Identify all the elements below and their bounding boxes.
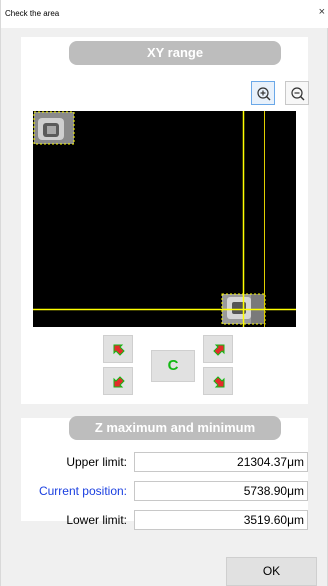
arrow-down-left-icon (113, 376, 125, 388)
xy-range-panel: XY range C (21, 37, 309, 404)
upper-limit-field[interactable]: 21304.37μm (134, 452, 308, 472)
move-lower-left-button[interactable] (103, 367, 133, 395)
lower-limit-row: Lower limit: 3519.60μm (21, 510, 308, 530)
lower-limit-label: Lower limit: (66, 513, 127, 527)
xy-range-header: XY range (69, 41, 281, 65)
zoom-out-icon (291, 87, 305, 101)
move-lower-right-button[interactable] (203, 367, 233, 395)
arrow-up-left-icon (113, 344, 125, 356)
close-button[interactable]: × (319, 6, 325, 18)
xy-area-map[interactable] (33, 111, 296, 327)
z-range-header: Z maximum and minimum (69, 416, 281, 440)
dialog-window: Check the area × XY range C Z maximum an… (0, 0, 328, 586)
current-position-link[interactable]: Current position: (39, 484, 127, 498)
arrow-down-right-icon (213, 376, 225, 388)
center-button[interactable]: C (151, 350, 195, 382)
upper-limit-row: Upper limit: 21304.37μm (21, 452, 308, 472)
zoom-in-button[interactable] (251, 81, 275, 105)
upper-left-sample-thumbnail (33, 111, 75, 145)
z-range-panel: Z maximum and minimum Upper limit: 21304… (21, 416, 308, 530)
current-position-row: Current position: 5738.90μm (21, 481, 308, 501)
lower-limit-field[interactable]: 3519.60μm (134, 510, 308, 530)
arrow-up-right-icon (213, 344, 225, 356)
current-position-field[interactable]: 5738.90μm (134, 481, 308, 501)
upper-limit-label: Upper limit: (66, 455, 127, 469)
window-title: Check the area (5, 9, 60, 18)
zoom-out-button[interactable] (285, 81, 309, 105)
move-upper-left-button[interactable] (103, 335, 133, 363)
move-upper-right-button[interactable] (203, 335, 233, 363)
ok-button[interactable]: OK (226, 557, 317, 586)
zoom-in-icon (257, 87, 271, 101)
title-bar: Check the area × (1, 0, 328, 28)
xy-area-map-drawing (33, 111, 296, 327)
